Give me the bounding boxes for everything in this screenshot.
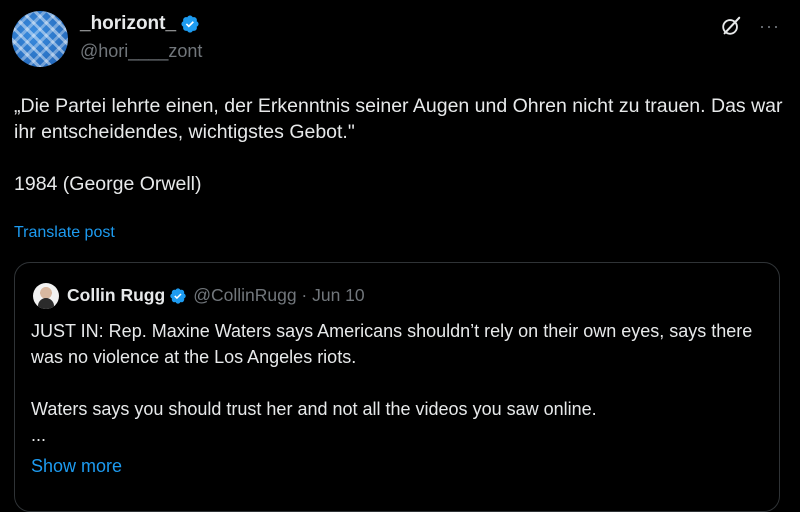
- quoted-author-name[interactable]: Collin Rugg: [67, 285, 165, 306]
- quoted-author-avatar[interactable]: [33, 283, 59, 309]
- quoted-post-text: JUST IN: Rep. Maxine Waters says America…: [31, 321, 753, 445]
- author-avatar[interactable]: [12, 11, 68, 67]
- post-text: „Die Partei lehrte einen, der Erkenntnis…: [14, 95, 783, 195]
- verified-badge-icon: [170, 287, 186, 304]
- quoted-handle-and-date: @CollinRugg · Jun 10: [193, 285, 365, 305]
- grok-icon[interactable]: [720, 15, 742, 37]
- more-options-icon[interactable]: ···: [759, 16, 780, 37]
- author-display-name[interactable]: _horizont_: [80, 13, 176, 35]
- translate-post-link[interactable]: Translate post: [14, 224, 115, 242]
- author-name-row: _horizont_: [80, 13, 200, 35]
- verified-badge-icon: [181, 15, 199, 33]
- author-handle[interactable]: @hori____zont: [80, 41, 202, 62]
- show-more-link[interactable]: Show more: [31, 456, 122, 477]
- quoted-post-header: Collin Rugg @CollinRugg · Jun 10: [67, 285, 365, 306]
- quoted-post-card[interactable]: Collin Rugg @CollinRugg · Jun 10 JUST IN…: [14, 262, 780, 512]
